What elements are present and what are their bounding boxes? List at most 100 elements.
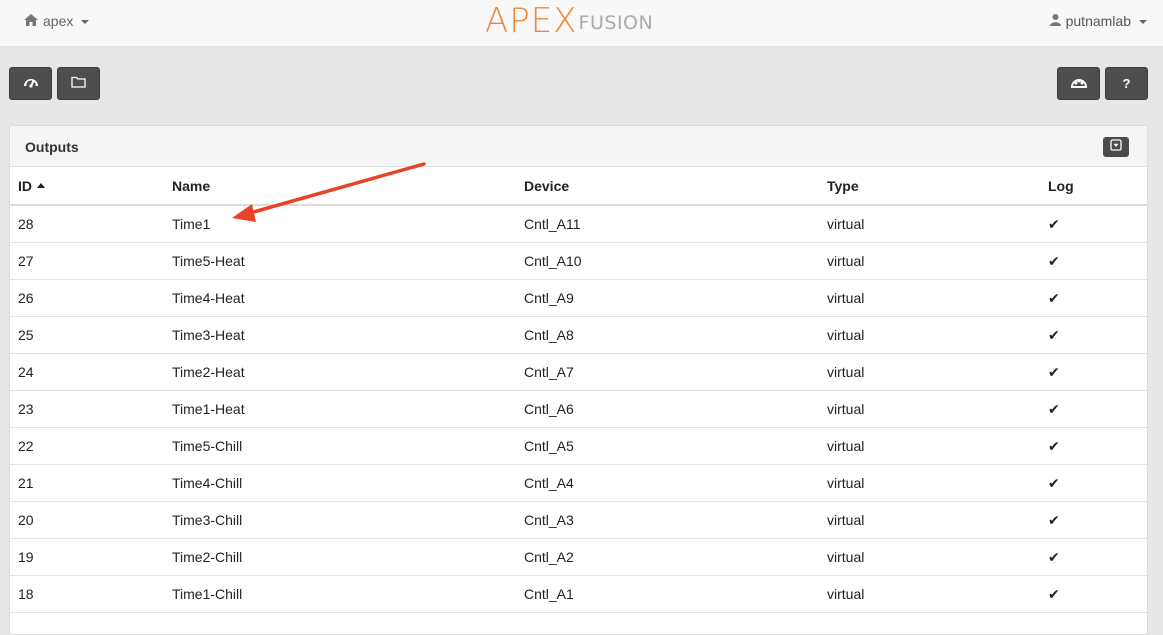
chevron-down-icon <box>1139 20 1147 24</box>
cell-type: virtual <box>819 501 1040 539</box>
table-row[interactable]: 23 Time1-Heat Cntl_A6 virtual ✔ <box>10 390 1147 428</box>
column-header-label: Name <box>172 177 211 194</box>
cell-device: Cntl_A7 <box>516 353 819 391</box>
cell-type: virtual <box>819 390 1040 428</box>
cell-name[interactable]: Time2-Chill <box>164 538 516 576</box>
cell-type: virtual <box>819 205 1040 243</box>
cell-name[interactable]: Time4-Heat <box>164 279 516 317</box>
cell-device: Cntl_A4 <box>516 464 819 502</box>
log-check-icon: ✔ <box>1040 205 1147 243</box>
cell-id: 18 <box>10 575 164 613</box>
table-row[interactable]: 28 Time1 Cntl_A11 virtual ✔ <box>10 205 1147 243</box>
column-header-type[interactable]: Type <box>819 167 1040 206</box>
panel-collapse-button[interactable] <box>1103 137 1129 157</box>
log-check-icon: ✔ <box>1040 242 1147 280</box>
cell-name[interactable]: Time1-Heat <box>164 390 516 428</box>
cell-device: Cntl_A6 <box>516 390 819 428</box>
column-header-device[interactable]: Device <box>516 167 819 206</box>
cell-id: 27 <box>10 242 164 280</box>
table-row[interactable]: 18 Time1-Chill Cntl_A1 virtual ✔ <box>10 575 1147 613</box>
user-menu-label: putnamlab <box>1065 13 1131 29</box>
cell-name[interactable]: Time2-Heat <box>164 353 516 391</box>
column-header-name[interactable]: Name <box>164 167 516 206</box>
cell-device: Cntl_A2 <box>516 538 819 576</box>
cell-id: 24 <box>10 353 164 391</box>
outputs-table: ID Name Device Type Log 28 Time1 Cntl_A11 v… <box>10 167 1147 613</box>
cell-device: Cntl_A11 <box>516 205 819 243</box>
folder-icon <box>71 76 86 91</box>
table-row[interactable]: 25 Time3-Heat Cntl_A8 virtual ✔ <box>10 316 1147 354</box>
log-check-icon: ✔ <box>1040 390 1147 428</box>
log-check-icon: ✔ <box>1040 427 1147 465</box>
cell-id: 28 <box>10 205 164 243</box>
cell-device: Cntl_A1 <box>516 575 819 613</box>
column-header-label: Log <box>1048 177 1074 194</box>
panel-header: Outputs <box>10 126 1147 167</box>
column-header-label: ID <box>18 177 32 194</box>
cell-name[interactable]: Time5-Chill <box>164 427 516 465</box>
column-header-id[interactable]: ID <box>10 167 164 206</box>
chevron-down-icon <box>81 20 90 24</box>
site-menu[interactable]: apex <box>24 13 90 29</box>
table-row[interactable]: 21 Time4-Chill Cntl_A4 virtual ✔ <box>10 464 1147 502</box>
log-check-icon: ✔ <box>1040 501 1147 539</box>
outputs-panel: Outputs ID Name Device Type Log 28 Time1 C… <box>9 125 1148 635</box>
table-row[interactable]: 20 Time3-Chill Cntl_A3 virtual ✔ <box>10 501 1147 539</box>
user-icon <box>1049 13 1061 29</box>
cell-type: virtual <box>819 242 1040 280</box>
cell-device: Cntl_A3 <box>516 501 819 539</box>
apex-controller-icon <box>1070 75 1088 92</box>
log-check-icon: ✔ <box>1040 353 1147 391</box>
cell-id: 26 <box>10 279 164 317</box>
apex-fusion-logo: APEX FUSION <box>485 3 653 39</box>
cell-device: Cntl_A8 <box>516 316 819 354</box>
help-label: ? <box>1122 76 1131 91</box>
cell-type: virtual <box>819 538 1040 576</box>
table-header-row: ID Name Device Type Log <box>10 167 1147 206</box>
column-header-label: Device <box>524 177 570 194</box>
column-header-log[interactable]: Log <box>1040 167 1147 206</box>
log-check-icon: ✔ <box>1040 464 1147 502</box>
cell-type: virtual <box>819 316 1040 354</box>
cell-id: 23 <box>10 390 164 428</box>
cell-type: virtual <box>819 464 1040 502</box>
files-button[interactable] <box>57 67 100 100</box>
cell-device: Cntl_A10 <box>516 242 819 280</box>
site-menu-label: apex <box>43 13 74 29</box>
dashboard-icon <box>23 75 39 92</box>
table-row[interactable]: 19 Time2-Chill Cntl_A2 virtual ✔ <box>10 538 1147 576</box>
cell-type: virtual <box>819 427 1040 465</box>
cell-name[interactable]: Time3-Chill <box>164 501 516 539</box>
log-check-icon: ✔ <box>1040 575 1147 613</box>
cell-name[interactable]: Time1-Chill <box>164 575 516 613</box>
apex-controller-button[interactable] <box>1057 67 1100 100</box>
cell-type: virtual <box>819 575 1040 613</box>
logo-apex-text: APEX <box>485 1 578 41</box>
sort-ascending-icon <box>37 182 45 188</box>
cell-id: 25 <box>10 316 164 354</box>
cell-name[interactable]: Time3-Heat <box>164 316 516 354</box>
table-row[interactable]: 22 Time5-Chill Cntl_A5 virtual ✔ <box>10 427 1147 465</box>
dashboard-button[interactable] <box>9 67 52 100</box>
cell-name[interactable]: Time4-Chill <box>164 464 516 502</box>
home-icon <box>24 13 38 29</box>
cell-id: 20 <box>10 501 164 539</box>
cell-id: 19 <box>10 538 164 576</box>
top-navbar: apex APEX FUSION putnamlab <box>0 0 1163 47</box>
cell-id: 21 <box>10 464 164 502</box>
cell-device: Cntl_A5 <box>516 427 819 465</box>
table-row[interactable]: 27 Time5-Heat Cntl_A10 virtual ✔ <box>10 242 1147 280</box>
table-row[interactable]: 26 Time4-Heat Cntl_A9 virtual ✔ <box>10 279 1147 317</box>
log-check-icon: ✔ <box>1040 316 1147 354</box>
logo-fusion-text: FUSION <box>578 12 654 34</box>
help-button[interactable]: ? <box>1105 67 1148 100</box>
table-row[interactable]: 24 Time2-Heat Cntl_A7 virtual ✔ <box>10 353 1147 391</box>
caret-square-down-icon <box>1110 138 1122 156</box>
cell-name[interactable]: Time1 <box>164 205 516 243</box>
cell-name[interactable]: Time5-Heat <box>164 242 516 280</box>
cell-type: virtual <box>819 279 1040 317</box>
user-menu[interactable]: putnamlab <box>1049 13 1147 29</box>
cell-id: 22 <box>10 427 164 465</box>
cell-type: virtual <box>819 353 1040 391</box>
panel-title: Outputs <box>25 139 79 155</box>
